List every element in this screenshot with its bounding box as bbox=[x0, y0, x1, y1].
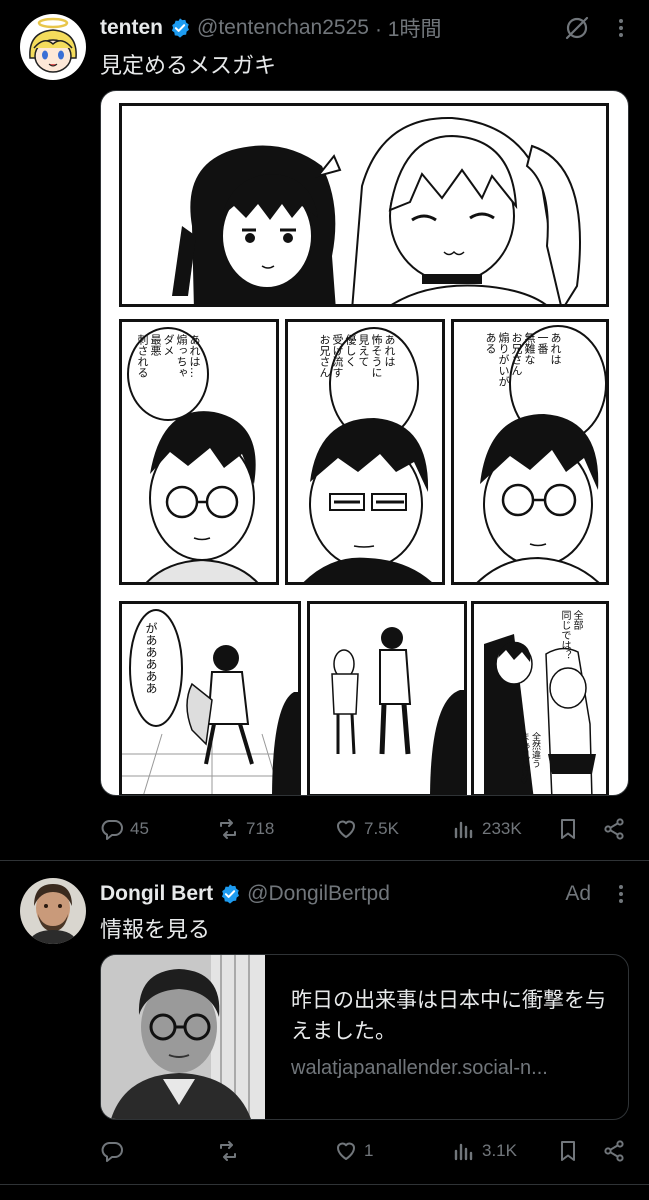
card-text: 昨日の出来事は日本中に衝撃を与えました。 walatjapanallender.… bbox=[265, 955, 628, 1119]
reply-icon bbox=[101, 1142, 123, 1162]
speech-bubble-left: あれは… 煽っちゃ ダメ 最悪 刺される bbox=[136, 334, 201, 378]
avatar[interactable] bbox=[20, 878, 86, 944]
ad-label: Ad bbox=[565, 882, 591, 905]
reply-count: 45 bbox=[130, 819, 149, 838]
card-image bbox=[101, 955, 265, 1119]
like-count: 1 bbox=[364, 1141, 374, 1160]
like-count: 7.5K bbox=[364, 819, 399, 838]
divider bbox=[0, 1184, 649, 1185]
username[interactable]: @DongilBertpd bbox=[247, 882, 390, 906]
repost-button[interactable]: 718 bbox=[216, 817, 274, 841]
panel-girls-small: 全部 同じでは？ 全然違う まぁ見とけ♡ bbox=[471, 601, 609, 795]
repost-icon bbox=[220, 1141, 236, 1161]
repost-icon bbox=[220, 819, 236, 839]
share-button[interactable] bbox=[602, 1139, 626, 1163]
views-count: 3.1K bbox=[482, 1141, 517, 1160]
panel-man-right: あれは 一番 無難な お兄さん 煽りがいが ある bbox=[451, 319, 609, 585]
speech-bubble-middle: あれは 怖そうに 見えて 優しく 受け流す お兄さん bbox=[318, 334, 396, 378]
panel-scream: があああああ bbox=[119, 601, 301, 795]
speech-bubble-right: あれは 一番 無難な お兄さん 煽りがいが ある bbox=[484, 332, 562, 387]
verified-icon bbox=[169, 17, 191, 39]
tweet-header: tenten @tentenchan2525 · 1時間 bbox=[100, 12, 629, 44]
share-icon bbox=[604, 818, 624, 840]
bookmark-icon bbox=[561, 819, 575, 839]
more-icon[interactable] bbox=[613, 16, 629, 40]
views-button[interactable]: 233K bbox=[452, 817, 522, 841]
timestamp[interactable]: · 1時間 bbox=[375, 13, 442, 43]
repost-count: 718 bbox=[246, 819, 275, 838]
card-url[interactable]: walatjapanallender.social-n... bbox=[291, 1057, 618, 1080]
divider bbox=[0, 860, 649, 861]
tweet-text: 見定めるメスガキ bbox=[100, 54, 277, 79]
link-card[interactable]: 昨日の出来事は日本中に衝撃を与えました。 walatjapanallender.… bbox=[100, 954, 629, 1120]
display-name[interactable]: Dongil Bert bbox=[100, 882, 213, 906]
share-icon bbox=[604, 1140, 624, 1162]
display-name[interactable]: tenten bbox=[100, 16, 163, 40]
reply-icon bbox=[101, 820, 123, 840]
speech-bubble-same: 全部 同じでは？ bbox=[559, 610, 582, 660]
verified-icon bbox=[219, 883, 241, 905]
share-button[interactable] bbox=[602, 817, 626, 841]
like-button[interactable]: 7.5K bbox=[334, 817, 399, 841]
panel-man-middle: あれは 怖そうに 見えて 優しく 受け流す お兄さん bbox=[285, 319, 445, 585]
views-button[interactable]: 3.1K bbox=[452, 1139, 517, 1163]
reply-button[interactable]: 45 bbox=[100, 817, 149, 841]
username[interactable]: @tentenchan2525 bbox=[197, 16, 369, 40]
action-bar: 1 3.1K bbox=[100, 1136, 629, 1166]
bookmark-button[interactable] bbox=[556, 817, 580, 841]
tweet-text: 情報を見る bbox=[100, 918, 211, 943]
panel-walking bbox=[307, 601, 467, 795]
bookmark-button[interactable] bbox=[556, 1139, 580, 1163]
avatar[interactable] bbox=[20, 14, 86, 80]
action-bar: 45 718 7.5K 233K bbox=[100, 814, 629, 844]
tweet-tenten[interactable]: tenten @tentenchan2525 · 1時間 見定めるメスガキ あれ… bbox=[0, 0, 649, 860]
card-title[interactable]: 昨日の出来事は日本中に衝撃を与えました。 bbox=[291, 985, 618, 1047]
views-icon bbox=[454, 821, 473, 839]
panel-girls bbox=[119, 103, 609, 307]
views-count: 233K bbox=[482, 819, 522, 838]
like-button[interactable]: 1 bbox=[334, 1139, 373, 1163]
tweet-header: Dongil Bert @DongilBertpd Ad bbox=[100, 878, 629, 910]
like-icon bbox=[337, 1142, 355, 1160]
speech-bubble-diff: 全然違う まぁ見とけ♡ bbox=[519, 732, 540, 787]
repost-button[interactable] bbox=[216, 1139, 246, 1163]
bookmark-icon bbox=[561, 1141, 575, 1161]
like-icon bbox=[337, 820, 355, 838]
grok-icon[interactable] bbox=[563, 14, 591, 42]
panel-man-left: あれは… 煽っちゃ ダメ 最悪 刺される bbox=[119, 319, 279, 585]
views-icon bbox=[454, 1143, 473, 1161]
manga-image[interactable]: あれは… 煽っちゃ ダメ 最悪 刺される あれは 怖そうに 見えて 優しく 受け… bbox=[100, 90, 629, 796]
tweet-ad-dongil[interactable]: Dongil Bert @DongilBertpd Ad 情報を見る 昨日の出来… bbox=[0, 862, 649, 1182]
reply-button[interactable] bbox=[100, 1139, 130, 1163]
speech-bubble-scream: があああああ bbox=[144, 622, 158, 694]
more-icon[interactable] bbox=[613, 882, 629, 906]
